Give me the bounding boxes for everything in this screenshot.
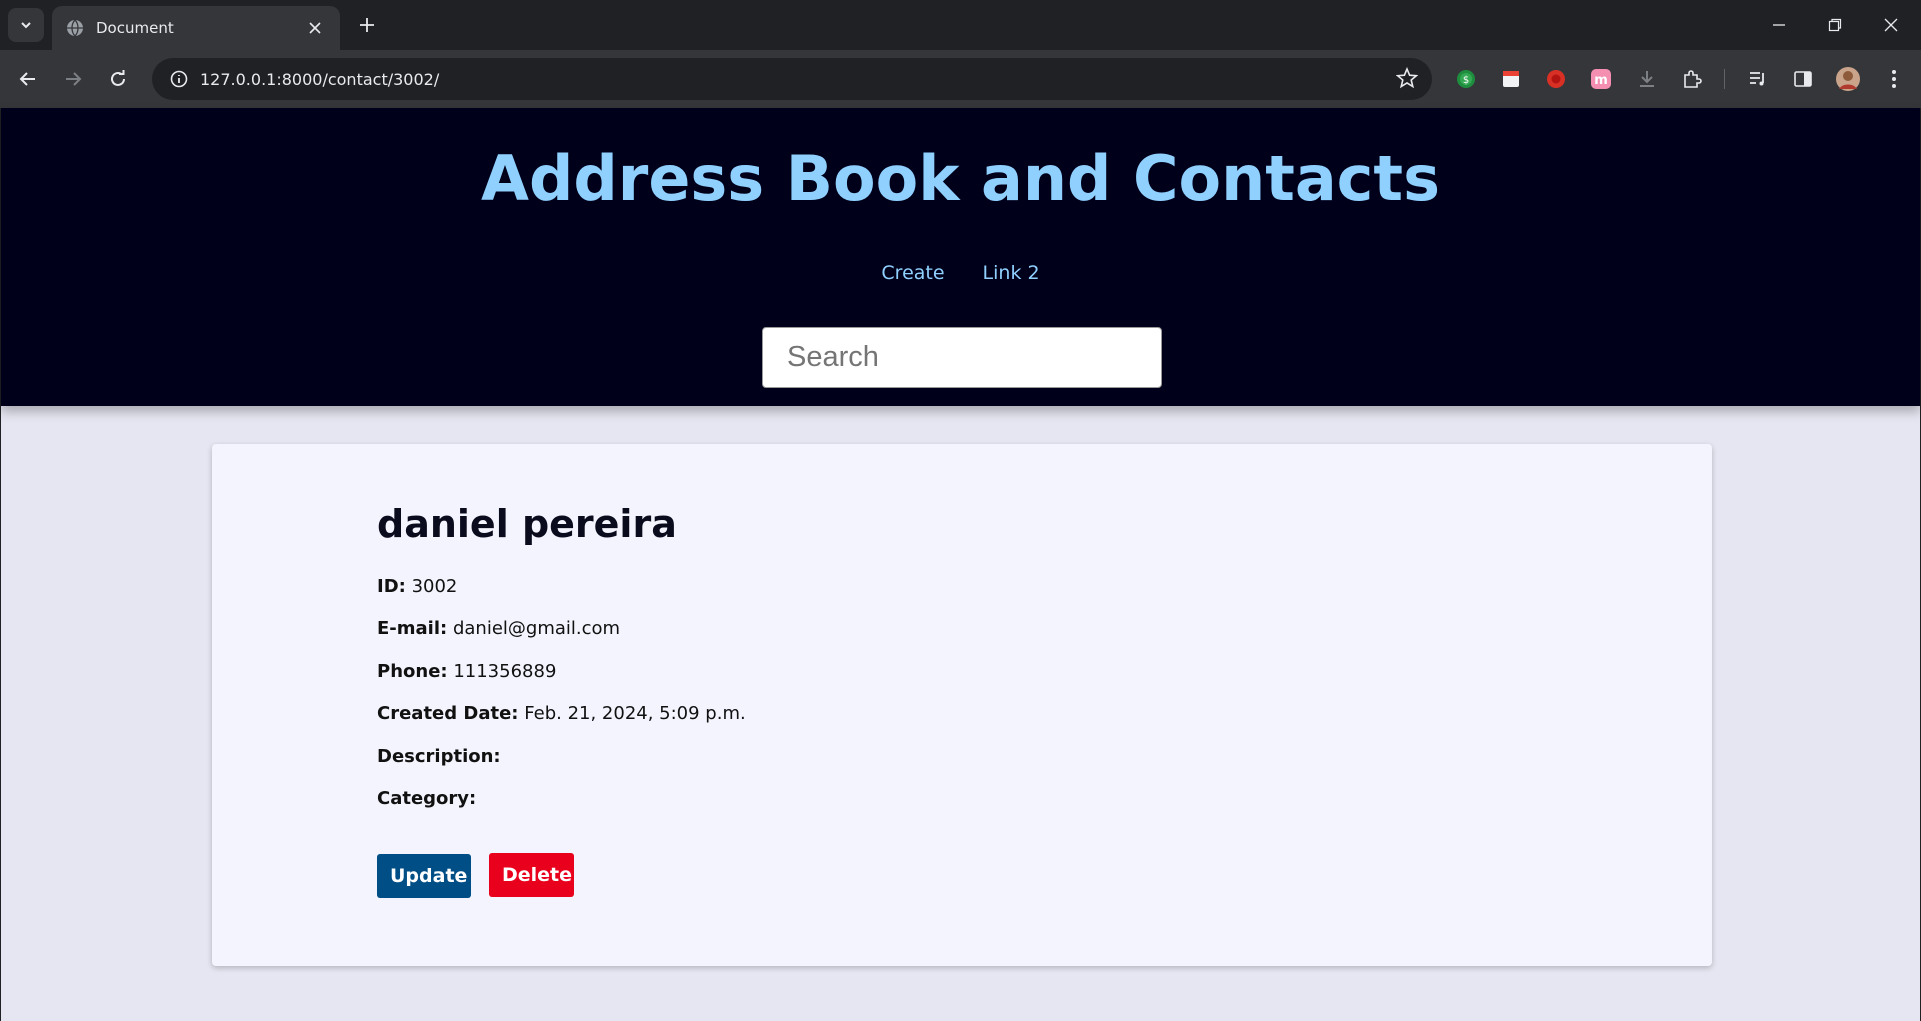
profile-avatar-icon[interactable] xyxy=(1835,66,1861,92)
close-window-button[interactable] xyxy=(1876,10,1906,40)
field-created-date: Created Date: Feb. 21, 2024, 5:09 p.m. xyxy=(377,703,746,724)
reload-button[interactable] xyxy=(101,62,135,96)
field-description: Description: xyxy=(377,746,501,767)
nav-link-create[interactable]: Create xyxy=(881,262,944,284)
close-icon[interactable] xyxy=(304,17,326,39)
nav-link-2[interactable]: Link 2 xyxy=(983,262,1040,284)
restore-icon xyxy=(1828,18,1842,32)
download-icon[interactable] xyxy=(1634,66,1660,92)
field-id: ID: 3002 xyxy=(377,576,457,597)
field-email: E-mail: daniel@gmail.com xyxy=(377,618,620,639)
minimize-button[interactable] xyxy=(1764,10,1794,40)
extension-record-icon[interactable] xyxy=(1543,66,1569,92)
tab-search-button[interactable] xyxy=(8,8,44,42)
field-email-value: daniel@gmail.com xyxy=(452,618,621,639)
extension-dollar-icon[interactable]: $ xyxy=(1453,66,1479,92)
contact-name: daniel pereira xyxy=(377,502,677,546)
chevron-down-icon xyxy=(21,22,31,29)
svg-text:$: $ xyxy=(1463,75,1469,86)
back-icon xyxy=(19,72,35,86)
star-icon[interactable] xyxy=(1395,66,1419,94)
back-button[interactable] xyxy=(11,62,45,96)
field-phone-value: 111356889 xyxy=(453,661,557,682)
page-viewport: Address Book and Contacts Create Link 2 … xyxy=(0,108,1921,1021)
field-id-label: ID: xyxy=(377,576,406,597)
field-created-value: Feb. 21, 2024, 5:09 p.m. xyxy=(524,703,746,724)
extension-calendar-icon[interactable] xyxy=(1498,66,1524,92)
puzzle-icon[interactable] xyxy=(1679,66,1705,92)
reload-icon xyxy=(111,70,125,86)
field-created-label: Created Date: xyxy=(377,703,519,724)
field-email-label: E-mail: xyxy=(377,618,448,639)
browser-tabstrip: Document xyxy=(0,0,1921,50)
site-title: Address Book and Contacts xyxy=(481,142,1440,215)
forward-button[interactable] xyxy=(56,62,90,96)
plus-icon xyxy=(360,18,374,32)
field-phone-label: Phone: xyxy=(377,661,448,682)
address-bar[interactable]: 127.0.0.1:8000/contact/3002/ xyxy=(152,58,1432,100)
new-tab-button[interactable] xyxy=(354,12,380,38)
update-button[interactable]: Update xyxy=(377,854,471,898)
extension-m-icon[interactable]: m xyxy=(1588,66,1614,92)
field-description-label: Description: xyxy=(377,746,501,767)
tab-title: Document xyxy=(96,19,174,37)
field-phone: Phone: 111356889 xyxy=(377,661,556,682)
address-url[interactable]: 127.0.0.1:8000/contact/3002/ xyxy=(200,70,439,89)
site-header: Address Book and Contacts Create Link 2 xyxy=(1,108,1920,406)
menu-icon[interactable] xyxy=(1881,66,1907,92)
site-nav: Create Link 2 xyxy=(1,262,1920,284)
minimize-icon xyxy=(1773,24,1785,26)
browser-tab-active[interactable]: Document xyxy=(52,6,340,50)
toolbar-divider xyxy=(1724,69,1725,89)
media-icon[interactable] xyxy=(1745,66,1771,92)
forward-icon xyxy=(66,72,82,86)
field-category: Category: xyxy=(377,788,476,809)
info-icon[interactable] xyxy=(158,58,200,100)
field-category-label: Category: xyxy=(377,788,477,809)
field-id-value: 3002 xyxy=(411,576,458,597)
restore-button[interactable] xyxy=(1820,10,1850,40)
svg-text:m: m xyxy=(1594,73,1608,88)
browser-toolbar: 127.0.0.1:8000/contact/3002/ $ m xyxy=(0,50,1921,108)
delete-button[interactable]: Delete xyxy=(489,853,574,897)
globe-icon xyxy=(67,19,83,37)
search-input[interactable] xyxy=(762,327,1162,388)
contact-card: daniel pereira ID: 3002 E-mail: daniel@g… xyxy=(212,444,1712,966)
side-panel-icon[interactable] xyxy=(1790,66,1816,92)
close-window-icon xyxy=(1884,18,1898,32)
